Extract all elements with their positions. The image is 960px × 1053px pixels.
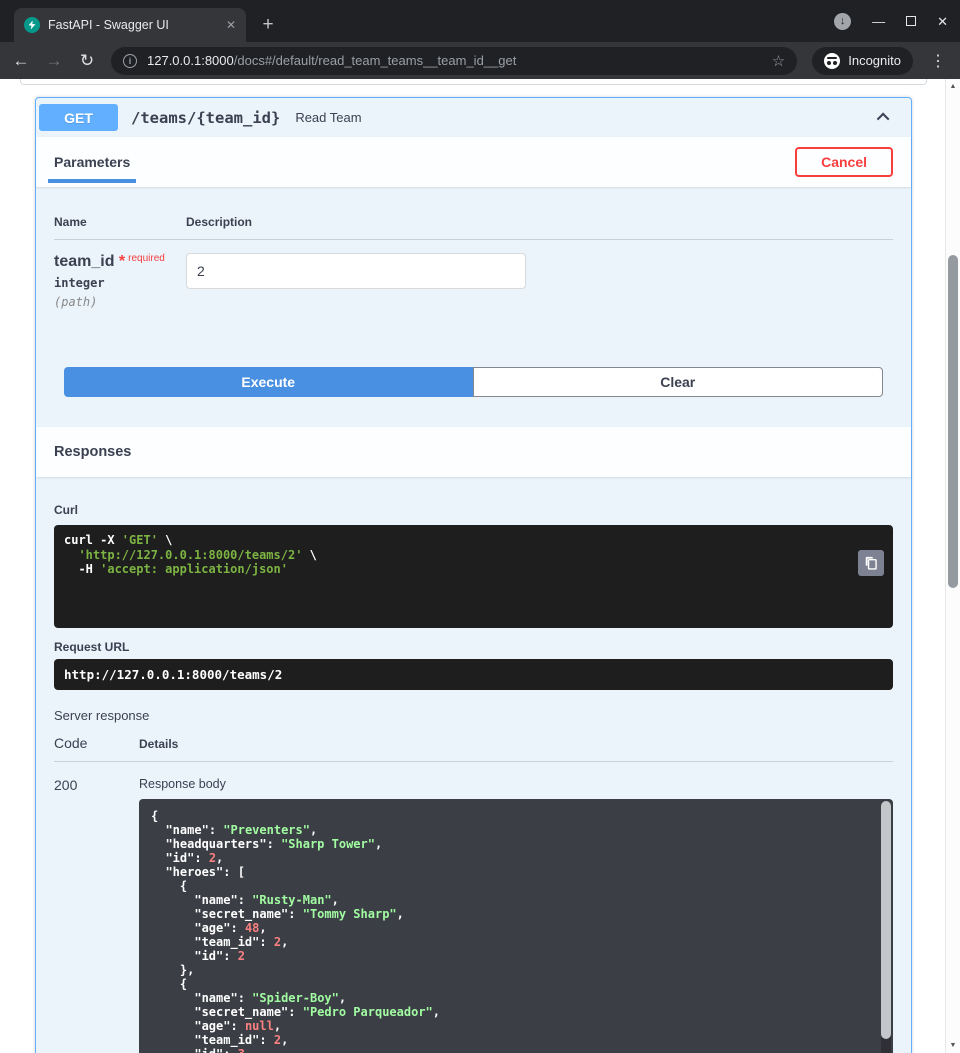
execute-row: Execute Clear [64, 367, 883, 427]
copy-to-clipboard-button[interactable] [858, 550, 884, 576]
url-host: 127.0.0.1:8000 [147, 53, 234, 68]
window-controls: ↓ — ✕ [834, 0, 948, 42]
response-body-label: Response body [139, 777, 893, 791]
window-close-button[interactable]: ✕ [937, 15, 948, 28]
responses-body: Curl curl -X 'GET' \ 'http://127.0.0.1:8… [36, 503, 911, 1053]
minimize-button[interactable]: — [872, 15, 885, 28]
collapse-chevron-icon[interactable] [877, 113, 890, 126]
opblock-get-read-team: GET /teams/{team_id} Read Team Parameter… [35, 97, 912, 1053]
team-id-input[interactable] [186, 253, 526, 289]
response-row: 200 Response body { "name": "Preventers"… [54, 762, 893, 1053]
site-info-icon[interactable]: i [123, 54, 137, 68]
browser-toolbar: ← → ↻ i 127.0.0.1:8000/docs#/default/rea… [0, 42, 960, 79]
new-tab-button[interactable]: + [254, 11, 282, 39]
fastapi-favicon-icon [24, 17, 40, 33]
responses-title: Responses [54, 444, 131, 460]
forward-icon[interactable]: → [45, 51, 63, 71]
execute-button[interactable]: Execute [64, 367, 473, 397]
swagger-page: GET /teams/{team_id} Read Team Parameter… [0, 79, 960, 1053]
curl-command: curl -X 'GET' \ 'http://127.0.0.1:8000/t… [54, 525, 893, 628]
endpoint-summary: Read Team [295, 110, 361, 125]
update-arrow-icon: ↓ [840, 16, 846, 27]
copy-icon [864, 556, 878, 570]
parameters-header: Parameters Cancel [36, 137, 911, 187]
parameter-name: team_id *required [54, 253, 186, 271]
server-response-label: Server response [54, 708, 893, 723]
incognito-icon [824, 53, 840, 69]
response-body-code: { "name": "Preventers", "headquarters": … [151, 809, 869, 1053]
url-text: 127.0.0.1:8000/docs#/default/read_team_t… [147, 53, 762, 68]
response-table-header: Code Details [54, 735, 893, 762]
curl-line: -H 'accept: application/json' [64, 562, 849, 577]
response-details-cell: Response body { "name": "Preventers", "h… [139, 777, 893, 1053]
required-star: * [114, 253, 125, 270]
name-column-header: Name [54, 215, 186, 229]
reload-icon[interactable]: ↻ [78, 51, 96, 71]
bookmark-star-icon[interactable]: ☆ [772, 52, 785, 70]
parameter-value-cell [186, 253, 526, 309]
maximize-button[interactable] [906, 16, 916, 26]
clear-button[interactable]: Clear [473, 367, 884, 397]
page-scrollbar[interactable]: ▲ ▼ [945, 79, 960, 1053]
tab-strip: FastAPI - Swagger UI ✕ + ↓ — ✕ [0, 0, 960, 42]
parameters-table-header: Name Description [54, 187, 893, 240]
parameter-row: team_id *required integer (path) [54, 240, 893, 309]
back-icon[interactable]: ← [12, 51, 30, 71]
url-path: /docs#/default/read_team_teams__team_id_… [234, 53, 517, 68]
parameter-type: integer [54, 276, 186, 290]
browser-window: FastAPI - Swagger UI ✕ + ↓ — ✕ ← → ↻ i 1… [0, 0, 960, 1053]
method-badge: GET [39, 104, 118, 131]
code-column-header: Code [54, 735, 139, 751]
page-content: GET /teams/{team_id} Read Team Parameter… [0, 79, 945, 1053]
cancel-button[interactable]: Cancel [795, 147, 893, 177]
status-code: 200 [54, 777, 139, 1053]
scroll-down-icon[interactable]: ▼ [946, 1042, 960, 1049]
tab-parameters: Parameters [54, 154, 130, 170]
required-label: required [128, 253, 165, 264]
details-column-header: Details [139, 737, 178, 751]
page-scrollbar-thumb[interactable] [948, 255, 958, 588]
tab-title: FastAPI - Swagger UI [48, 18, 218, 32]
update-icon[interactable]: ↓ [834, 13, 851, 30]
opblock-summary[interactable]: GET /teams/{team_id} Read Team [36, 98, 911, 137]
endpoint-path: /teams/{team_id} [131, 109, 280, 127]
curl-line: curl -X 'GET' \ [64, 533, 849, 548]
previous-section-edge [20, 79, 927, 85]
tab-close-icon[interactable]: ✕ [226, 18, 236, 32]
request-url-value: http://127.0.0.1:8000/teams/2 [54, 659, 893, 690]
incognito-label: Incognito [848, 53, 901, 68]
response-body-block: { "name": "Preventers", "headquarters": … [139, 799, 893, 1053]
address-bar[interactable]: i 127.0.0.1:8000/docs#/default/read_team… [111, 47, 797, 75]
curl-label: Curl [54, 503, 893, 517]
parameter-location: (path) [54, 295, 186, 309]
scroll-up-icon[interactable]: ▲ [946, 83, 960, 90]
parameter-name-cell: team_id *required integer (path) [54, 253, 186, 309]
response-body-scroll-thumb[interactable] [881, 801, 891, 1039]
browser-menu-icon[interactable]: ⋮ [928, 51, 948, 71]
description-column-header: Description [186, 215, 252, 229]
browser-tab[interactable]: FastAPI - Swagger UI ✕ [14, 8, 246, 42]
curl-line: 'http://127.0.0.1:8000/teams/2' \ [64, 548, 849, 563]
incognito-badge: Incognito [812, 47, 913, 75]
parameters-body: Name Description team_id *required integ… [36, 187, 911, 427]
request-url-label: Request URL [54, 640, 893, 654]
responses-header: Responses [36, 427, 911, 477]
